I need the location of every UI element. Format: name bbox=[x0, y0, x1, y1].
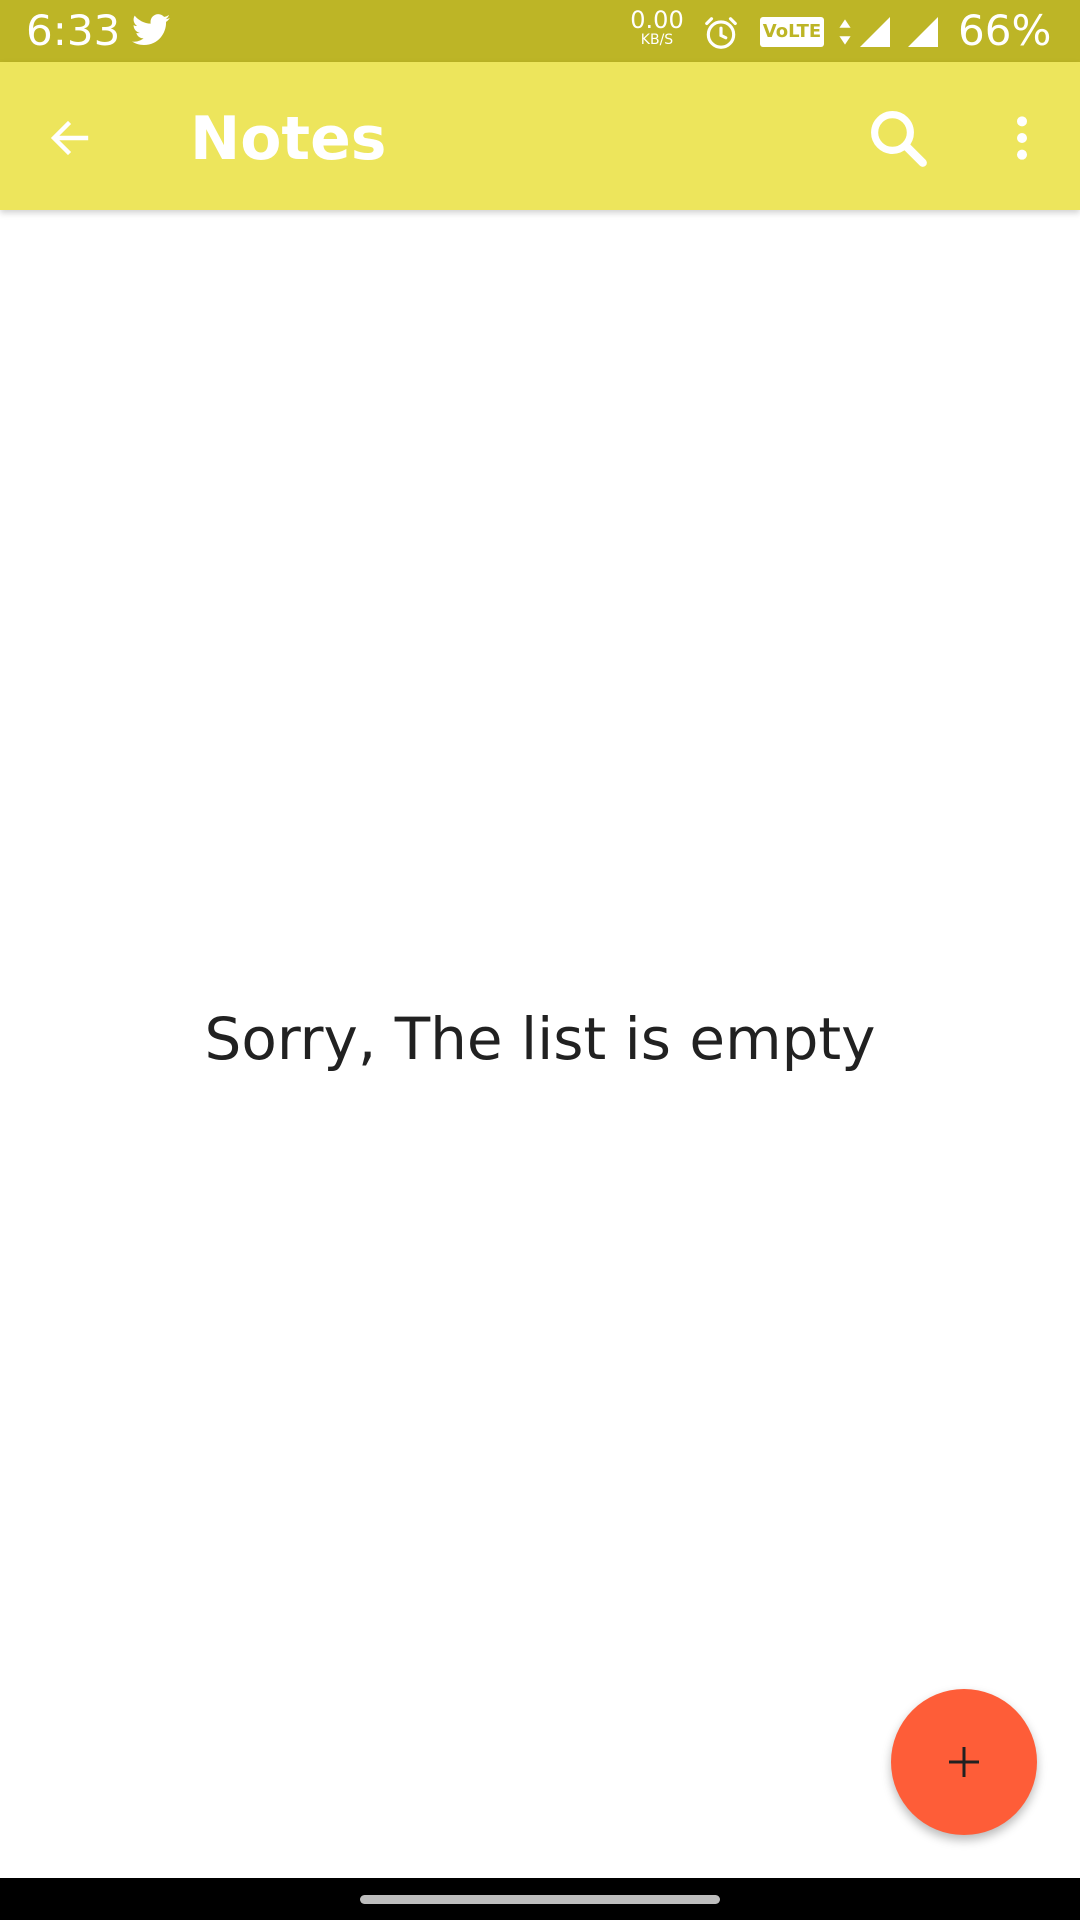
page-title: Notes bbox=[190, 104, 387, 174]
status-time: 6:33 bbox=[26, 6, 121, 55]
network-speed-value: 0.00 bbox=[630, 6, 684, 34]
notes-screen: 6:33 0.00 KB/S VoLTE 66% Notes Sorry, Th… bbox=[0, 0, 1080, 1920]
data-arrows-icon bbox=[839, 19, 851, 45]
empty-list-message: Sorry, The list is empty bbox=[204, 1005, 876, 1073]
search-icon bbox=[871, 111, 927, 167]
more-vertical-icon bbox=[1017, 116, 1027, 160]
navigation-bar bbox=[0, 1878, 1080, 1920]
more-options-button[interactable] bbox=[1002, 98, 1042, 178]
add-note-button[interactable] bbox=[891, 1689, 1037, 1835]
signal-icon bbox=[860, 17, 890, 47]
twitter-icon bbox=[132, 14, 170, 46]
back-button[interactable] bbox=[34, 102, 106, 174]
search-button[interactable] bbox=[858, 98, 938, 178]
network-speed: 0.00 KB/S bbox=[630, 8, 684, 48]
home-gesture-bar[interactable] bbox=[360, 1895, 720, 1904]
alarm-icon bbox=[705, 17, 737, 49]
plus-icon bbox=[949, 1747, 979, 1777]
app-bar: Notes bbox=[0, 62, 1080, 210]
status-bar: 6:33 0.00 KB/S VoLTE 66% bbox=[0, 0, 1080, 62]
volte-badge: VoLTE bbox=[760, 17, 824, 47]
arrow-left-icon bbox=[50, 120, 89, 156]
battery-level: 66% bbox=[958, 6, 1052, 55]
network-speed-unit: KB/S bbox=[640, 32, 674, 48]
signal-icon bbox=[908, 17, 938, 47]
